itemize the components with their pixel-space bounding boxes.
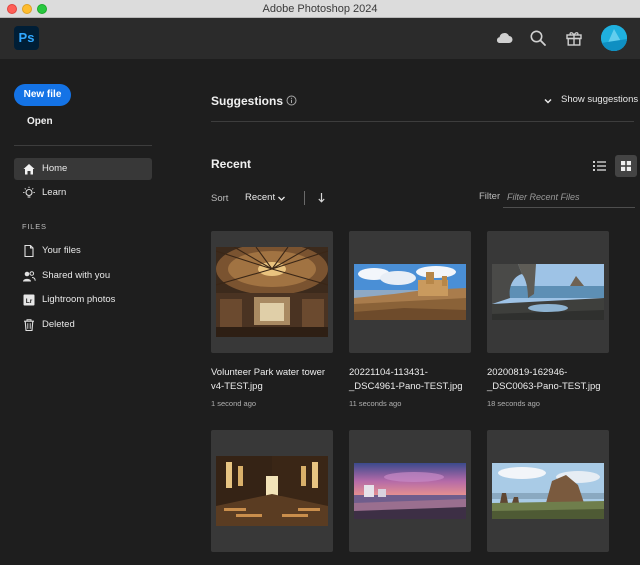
- open-button[interactable]: Open: [27, 116, 53, 127]
- search-icon[interactable]: [528, 28, 548, 48]
- list-view-icon[interactable]: [589, 156, 609, 176]
- file-thumbnail: [492, 463, 604, 519]
- file-name: Volunteer Park water tower v4-TEST.jpg: [211, 367, 326, 392]
- cloud-icon[interactable]: [494, 28, 514, 48]
- file-timestamp: 1 second ago: [211, 399, 257, 408]
- gift-icon[interactable]: [564, 28, 584, 48]
- sidebar-item-your-files[interactable]: Your files: [14, 240, 152, 262]
- file-timestamp: 11 seconds ago: [349, 399, 402, 408]
- sidebar-item-learn[interactable]: Learn: [14, 182, 152, 204]
- avatar[interactable]: [601, 25, 627, 51]
- sidebar-item-label: Shared with you: [42, 270, 111, 281]
- show-suggestions-label: Show suggestions: [561, 94, 639, 105]
- trash-icon: [24, 319, 34, 332]
- sidebar-item-label: Learn: [42, 187, 67, 198]
- sidebar-item-label: Your files: [42, 245, 81, 256]
- new-file-button[interactable]: New file: [14, 84, 71, 106]
- sidebar-item-label: Home: [42, 163, 68, 174]
- shared-users-icon: [23, 271, 36, 282]
- sidebar-item-deleted[interactable]: Deleted: [14, 314, 152, 336]
- sort-label: Sort: [211, 193, 229, 204]
- file-timestamp: 18 seconds ago: [487, 399, 540, 408]
- svg-text:Lr: Lr: [26, 298, 33, 305]
- suggestions-title: Suggestions: [211, 94, 284, 108]
- lightbulb-icon: [23, 186, 35, 198]
- sort-descending-icon[interactable]: [316, 191, 327, 204]
- file-thumbnail: [216, 247, 328, 337]
- sidebar-item-home[interactable]: Home: [14, 158, 152, 180]
- recent-title: Recent: [211, 157, 252, 171]
- file-name: 20200819-162946-_DSC0063-Pano-TEST.jpg: [487, 367, 601, 392]
- grid-view-icon: [621, 161, 631, 171]
- suggestions-divider: [211, 121, 634, 122]
- sidebar-divider: [14, 145, 152, 146]
- file-thumbnail: [354, 463, 466, 519]
- info-icon[interactable]: [286, 95, 297, 106]
- filter-label: Filter: [479, 191, 501, 202]
- files-section-header: FILES: [22, 222, 47, 231]
- sidebar-item-shared-with-you[interactable]: Shared with you: [14, 265, 152, 287]
- chevron-down-icon: [278, 196, 285, 201]
- sort-separator: [304, 191, 305, 205]
- file-thumbnail: [354, 264, 466, 320]
- sidebar-item-label: Deleted: [42, 319, 75, 330]
- grid-view-button[interactable]: [615, 155, 637, 177]
- filter-input[interactable]: [503, 187, 635, 208]
- home-icon: [23, 164, 35, 175]
- chevron-down-icon: [544, 98, 552, 104]
- window-titlebar: Adobe Photoshop 2024: [0, 0, 640, 18]
- photoshop-logo[interactable]: Ps: [14, 26, 39, 50]
- file-thumbnail: [492, 264, 604, 320]
- sidebar-item-label: Lightroom photos: [42, 294, 116, 305]
- sidebar-item-lightroom-photos[interactable]: Lr Lightroom photos: [14, 289, 152, 311]
- document-icon: [24, 244, 34, 258]
- window-title: Adobe Photoshop 2024: [262, 3, 378, 15]
- file-thumbnail: [216, 456, 328, 526]
- file-name: 20221104-113431-_DSC4961-Pano-TEST.jpg: [349, 367, 463, 392]
- sort-dropdown[interactable]: Recent: [244, 191, 290, 205]
- sort-dropdown-value: Recent: [245, 192, 276, 203]
- app-header: Ps: [0, 18, 640, 59]
- lightroom-icon: Lr: [23, 294, 35, 306]
